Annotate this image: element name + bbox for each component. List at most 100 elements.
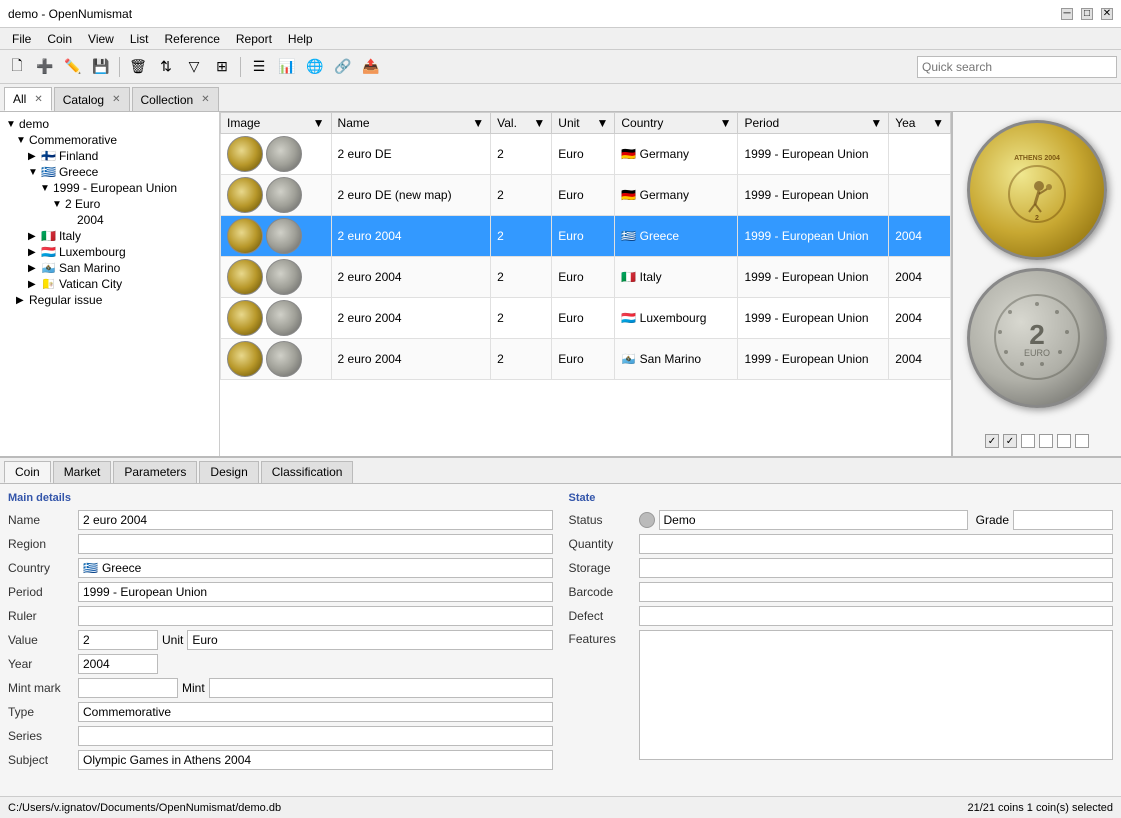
table-row[interactable]: 2 euro DE (new map)2Euro🇩🇪 Germany1999 -…: [221, 175, 951, 216]
sidebar-item-1999eu[interactable]: ▼ 1999 - European Union: [4, 180, 215, 196]
input-grade[interactable]: [1013, 510, 1113, 530]
tab-catalog[interactable]: Catalog ✕: [54, 87, 130, 111]
checkbox2[interactable]: ✓: [1003, 434, 1017, 448]
cell-period: 1999 - European Union: [738, 175, 889, 216]
col-country[interactable]: Country▼: [615, 113, 738, 134]
search-input[interactable]: [917, 56, 1117, 78]
field-row-defect: Defect: [569, 606, 1114, 626]
input-quantity[interactable]: [639, 534, 1114, 554]
menu-view[interactable]: View: [80, 30, 122, 48]
close-button[interactable]: ✕: [1101, 8, 1113, 20]
menu-report[interactable]: Report: [228, 30, 280, 48]
textarea-features[interactable]: [639, 630, 1114, 760]
cell-unit: Euro: [552, 216, 615, 257]
col-image[interactable]: Image▼: [221, 113, 332, 134]
checkbox5[interactable]: [1057, 434, 1071, 448]
sidebar-item-2euro[interactable]: ▼ 2 Euro: [4, 196, 215, 212]
save-button[interactable]: 💾: [88, 54, 114, 80]
input-ruler[interactable]: [78, 606, 553, 626]
tree-arrow-regularissue: ▶: [16, 295, 26, 306]
tab-market[interactable]: Market: [53, 461, 112, 483]
menu-help[interactable]: Help: [280, 30, 321, 48]
tab-catalog-close[interactable]: ✕: [112, 94, 120, 105]
cell-country: 🇱🇺 Luxembourg: [615, 298, 738, 339]
tab-collection[interactable]: Collection ✕: [132, 87, 219, 111]
add-coin-button[interactable]: ➕: [32, 54, 58, 80]
grade-label: Grade: [976, 513, 1009, 527]
col-unit[interactable]: Unit▼: [552, 113, 615, 134]
sidebar-item-vaticancity[interactable]: ▶ 🇻🇦 Vatican City: [4, 276, 215, 292]
filter-button[interactable]: ▽: [181, 54, 207, 80]
sidebar-item-sanmarino[interactable]: ▶ 🇸🇲 San Marino: [4, 260, 215, 276]
sidebar-item-italy[interactable]: ▶ 🇮🇹 Italy: [4, 228, 215, 244]
clone-button[interactable]: ⊞: [209, 54, 235, 80]
input-value[interactable]: [78, 630, 158, 650]
chart-button[interactable]: 📊: [274, 54, 300, 80]
statusbar: C:/Users/v.ignatov/Documents/OpenNumisma…: [0, 796, 1121, 818]
maximize-button[interactable]: □: [1081, 8, 1093, 20]
sidebar-item-greece[interactable]: ▼ 🇬🇷 Greece: [4, 164, 215, 180]
table-row[interactable]: 2 euro 20042Euro🇮🇹 Italy1999 - European …: [221, 257, 951, 298]
sidebar-item-finland[interactable]: ▶ 🇫🇮 Finland: [4, 148, 215, 164]
right-panel: ATHENS 2004 2: [951, 112, 1121, 456]
col-period[interactable]: Period▼: [738, 113, 889, 134]
table-row[interactable]: 2 euro DE2Euro🇩🇪 Germany1999 - European …: [221, 134, 951, 175]
input-period[interactable]: [78, 582, 553, 602]
menu-list[interactable]: List: [122, 30, 157, 48]
input-storage[interactable]: [639, 558, 1114, 578]
tab-all-close[interactable]: ✕: [34, 94, 42, 105]
link-button[interactable]: 🔗: [330, 54, 356, 80]
sidebar-label-greece: Greece: [59, 165, 98, 179]
table-row[interactable]: 2 euro 20042Euro🇱🇺 Luxembourg1999 - Euro…: [221, 298, 951, 339]
input-defect[interactable]: [639, 606, 1114, 626]
input-status[interactable]: [659, 510, 968, 530]
minimize-button[interactable]: ─: [1061, 8, 1073, 20]
sidebar-label-vaticancity: Vatican City: [59, 277, 122, 291]
sidebar-label-2euro: 2 Euro: [65, 197, 100, 211]
edit-button[interactable]: ✏️: [60, 54, 86, 80]
tab-classification[interactable]: Classification: [261, 461, 354, 483]
delete-button[interactable]: 🗑: [125, 54, 151, 80]
checkbox4[interactable]: [1039, 434, 1053, 448]
tab-coin[interactable]: Coin: [4, 461, 51, 483]
input-barcode[interactable]: [639, 582, 1114, 602]
table-row[interactable]: 2 euro 20042Euro🇬🇷 Greece1999 - European…: [221, 216, 951, 257]
menu-coin[interactable]: Coin: [39, 30, 80, 48]
input-series[interactable]: [78, 726, 553, 746]
input-type[interactable]: [78, 702, 553, 722]
tab-collection-close[interactable]: ✕: [201, 94, 209, 105]
table-view-button[interactable]: ☰: [246, 54, 272, 80]
input-year[interactable]: [78, 654, 158, 674]
menu-reference[interactable]: Reference: [157, 30, 228, 48]
table-row[interactable]: 2 euro 20042Euro🇸🇲 San Marino1999 - Euro…: [221, 339, 951, 380]
coin-reverse-image: 2 EURO: [967, 268, 1107, 408]
map-button[interactable]: 🌐: [302, 54, 328, 80]
tab-parameters[interactable]: Parameters: [113, 461, 197, 483]
sidebar-item-luxembourg[interactable]: ▶ 🇱🇺 Luxembourg: [4, 244, 215, 260]
sidebar-item-commemorative[interactable]: ▼ Commemorative: [4, 132, 215, 148]
col-name[interactable]: Name▼: [331, 113, 491, 134]
input-mint[interactable]: [209, 678, 553, 698]
checkbox6[interactable]: [1075, 434, 1089, 448]
tab-all[interactable]: All ✕: [4, 87, 52, 111]
input-subject[interactable]: [78, 750, 553, 770]
sidebar-item-regularissue[interactable]: ▶ Regular issue: [4, 292, 215, 308]
menu-file[interactable]: File: [4, 30, 39, 48]
new-collection-button[interactable]: 🗋: [4, 54, 30, 80]
field-row-barcode: Barcode: [569, 582, 1114, 602]
sidebar-item-demo[interactable]: ▼ demo: [4, 116, 215, 132]
input-unit[interactable]: [187, 630, 552, 650]
input-region[interactable]: [78, 534, 553, 554]
export-button[interactable]: 📤: [358, 54, 384, 80]
input-name[interactable]: [78, 510, 553, 530]
sidebar-item-2004[interactable]: 2004: [4, 212, 215, 228]
sidebar-label-finland: Finland: [59, 149, 98, 163]
col-value[interactable]: Val.▼: [491, 113, 552, 134]
checkbox1[interactable]: ✓: [985, 434, 999, 448]
checkbox3[interactable]: [1021, 434, 1035, 448]
sort-button[interactable]: ⇅: [153, 54, 179, 80]
col-year[interactable]: Yea▼: [889, 113, 951, 134]
flag-greece: 🇬🇷: [41, 165, 56, 179]
tab-design[interactable]: Design: [199, 461, 258, 483]
input-mintmark[interactable]: [78, 678, 178, 698]
